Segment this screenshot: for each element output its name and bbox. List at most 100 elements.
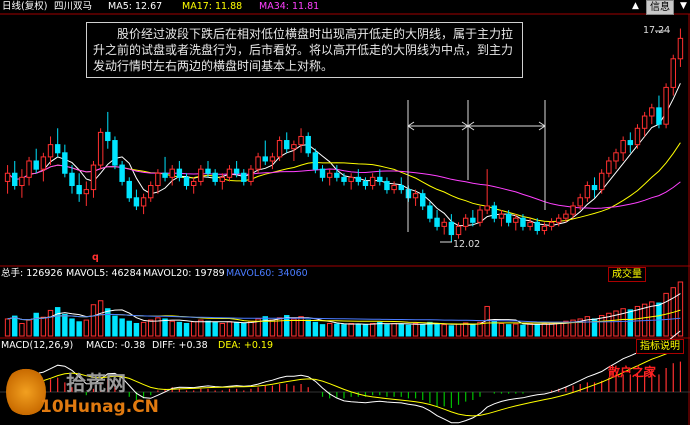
candle-body — [176, 168, 183, 178]
low-price-label: 12.02 — [453, 239, 481, 250]
indicator-help-button[interactable]: 指标说明 — [636, 339, 684, 354]
candle-body — [520, 217, 526, 227]
candle-body — [205, 168, 211, 174]
candle-body — [627, 140, 634, 146]
volume-bar — [119, 318, 125, 337]
volume-bar — [420, 324, 426, 337]
volume-bar — [541, 323, 548, 337]
info-button[interactable]: 信息 — [646, 0, 674, 15]
volume-bar — [83, 319, 90, 337]
bracket-arrow — [461, 125, 469, 131]
period-label: 日线(复权) — [2, 1, 48, 12]
volume-bar — [219, 322, 226, 337]
candle-body — [377, 176, 383, 182]
candle-body — [384, 180, 390, 191]
macd-params-label: MACD(12,26,9) — [1, 340, 74, 351]
volume-bar — [312, 321, 319, 337]
volume-bar — [226, 321, 233, 337]
candle-body — [641, 115, 648, 129]
candle-body — [462, 217, 469, 227]
candle-body — [12, 172, 18, 187]
candle-body — [534, 221, 540, 231]
bracket-arrow — [467, 125, 475, 131]
up-arrow-icon[interactable]: ▲ — [632, 1, 639, 11]
candle-body — [541, 225, 548, 231]
watermark-right: 散户之家 — [608, 365, 657, 379]
volume-bar — [462, 322, 469, 337]
candle-body — [391, 185, 397, 191]
candle-body — [591, 185, 598, 191]
candle-body — [613, 152, 619, 162]
volume-bar — [140, 321, 147, 337]
volume-bar — [534, 324, 540, 337]
volume-bar — [169, 320, 175, 337]
candle-body — [570, 205, 576, 215]
volume-bar — [47, 309, 54, 337]
volume-bar — [105, 308, 111, 337]
candle-body — [598, 172, 605, 191]
down-arrow-icon[interactable]: ▼ — [680, 1, 687, 11]
volume-bar — [319, 324, 326, 337]
volume-bar — [126, 320, 132, 337]
candle-body — [90, 164, 97, 191]
candle-body — [284, 140, 290, 150]
volume-bar — [491, 320, 498, 337]
volume-bar — [291, 318, 297, 337]
volume-bar — [97, 300, 104, 337]
candle-body — [69, 172, 75, 187]
volume-bar — [362, 324, 369, 337]
diff-label: DIFF: +0.38 — [152, 340, 208, 351]
candle-body — [398, 185, 404, 191]
candle-body — [362, 180, 369, 187]
volume-bar — [369, 322, 376, 337]
candle-body — [112, 140, 118, 166]
volume-bar — [412, 322, 419, 337]
candle-body — [341, 176, 347, 182]
volume-bar — [384, 324, 390, 337]
candle-body — [427, 205, 433, 219]
bracket-arrow — [538, 121, 546, 127]
candle-body — [369, 176, 376, 187]
volume-bar — [176, 321, 183, 337]
candle-body — [656, 107, 662, 125]
macd-value-label: MACD: -0.38 — [86, 340, 146, 351]
candle-body — [312, 152, 319, 170]
volume-bar — [377, 321, 383, 337]
candle-body — [169, 168, 175, 178]
volume-indicator-button[interactable]: 成交量 — [608, 267, 646, 282]
volume-bar — [212, 321, 218, 337]
candle-body — [606, 160, 612, 174]
volume-bar — [627, 309, 634, 337]
candle-body — [491, 205, 498, 219]
volume-bar — [341, 324, 347, 337]
candle-body — [326, 172, 333, 178]
volume-bar — [76, 321, 82, 337]
volume-bar — [298, 316, 304, 337]
volume-bar — [355, 323, 362, 337]
candle-body — [620, 140, 626, 154]
volume-bar — [162, 318, 168, 337]
bracket-arrow — [407, 121, 415, 127]
dea-label: DEA: +0.19 — [218, 340, 273, 351]
candle-body — [162, 172, 168, 178]
candle-body — [577, 197, 583, 207]
candle-body — [183, 176, 190, 187]
bracket-arrow — [538, 125, 546, 131]
volume-bar — [248, 320, 254, 337]
mavol5-label: MAVOL5: 46284 — [66, 268, 142, 279]
candle-body — [677, 37, 684, 60]
candle-body — [556, 217, 562, 223]
candle-body — [412, 193, 419, 199]
candle-body — [298, 135, 304, 146]
candle-body — [133, 197, 140, 207]
candle-body — [26, 160, 32, 178]
volume-bar — [12, 315, 18, 337]
candle-body — [348, 176, 354, 182]
volume-bar — [326, 322, 333, 337]
candle-body — [291, 144, 297, 150]
bracket-arrow — [467, 121, 475, 127]
candle-body — [248, 168, 254, 182]
mavol60-label: MAVOL60: 34060 — [226, 268, 308, 279]
volume-bar — [527, 322, 533, 337]
volume-bar — [148, 319, 154, 337]
